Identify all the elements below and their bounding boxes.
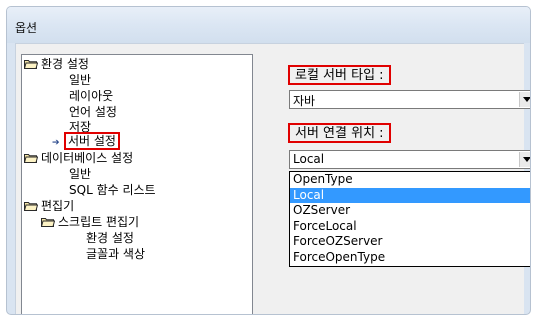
tree-item-label: 언어 설정 bbox=[69, 105, 117, 119]
current-arrow-icon: ➔ bbox=[52, 138, 60, 148]
server-type-select[interactable]: 자바 bbox=[289, 90, 530, 109]
option-local[interactable]: Local bbox=[290, 187, 530, 204]
tree-item-font-and-color[interactable]: 글꼴과 색상 bbox=[86, 247, 145, 262]
server-type-value: 자바 bbox=[293, 94, 316, 108]
window-title: 옵션 bbox=[15, 21, 38, 35]
tree-item-label: 글꼴과 색상 bbox=[86, 247, 146, 261]
tree-item-label: 편집기 bbox=[41, 199, 75, 213]
tree-item-server-settings[interactable]: ➔ 서버 설정 bbox=[52, 132, 120, 150]
options-tree[interactable]: 환경 설정 일반 레이아웃 언어 설정 저장 ➔ 서버 설정 데이터베이스 설정… bbox=[21, 54, 253, 314]
tree-item-database-settings[interactable]: 데이터베이스 설정 bbox=[24, 151, 133, 166]
tree-item-label: 환경 설정 bbox=[41, 57, 89, 71]
chevron-down-icon bbox=[523, 157, 530, 162]
server-type-dropdown-button[interactable] bbox=[519, 92, 530, 107]
server-location-dropdown-button[interactable] bbox=[519, 152, 530, 167]
chevron-down-icon bbox=[523, 97, 530, 102]
tree-item-sql-function-list[interactable]: SQL 함수 리스트 bbox=[69, 183, 156, 198]
tree-item-language-settings[interactable]: 언어 설정 bbox=[69, 105, 117, 120]
server-location-label: 서버 연결 위치 : bbox=[288, 123, 391, 143]
options-dialog: 옵션 환경 설정 일반 레이아웃 언어 설정 저장 ➔ 서버 설정 데이터베이스… bbox=[6, 6, 531, 315]
tree-item-label: SQL 함수 리스트 bbox=[69, 183, 156, 197]
title-bar[interactable]: 옵션 bbox=[7, 7, 530, 43]
option-opentype[interactable]: OpenType bbox=[290, 172, 530, 188]
tree-item-script-environment[interactable]: 환경 설정 bbox=[86, 231, 134, 246]
tree-item-general[interactable]: 일반 bbox=[69, 73, 91, 88]
tree-item-label: 데이터베이스 설정 bbox=[41, 151, 134, 165]
tree-item-general-db[interactable]: 일반 bbox=[69, 167, 91, 182]
folder-open-icon bbox=[24, 60, 38, 69]
folder-open-icon bbox=[24, 154, 38, 163]
tree-item-script-editor[interactable]: 스크립트 편집기 bbox=[41, 215, 139, 230]
server-location-options: OpenType Local OZServer ForceLocal Force… bbox=[289, 171, 530, 267]
tree-item-label: 일반 bbox=[69, 167, 92, 181]
folder-open-icon bbox=[41, 218, 55, 227]
server-location-value: Local bbox=[293, 152, 325, 166]
tree-item-environment-settings[interactable]: 환경 설정 bbox=[24, 57, 89, 72]
tree-item-editor[interactable]: 편집기 bbox=[24, 199, 74, 214]
option-forcelocal[interactable]: ForceLocal bbox=[290, 219, 530, 235]
option-ozserver[interactable]: OZServer bbox=[290, 203, 530, 219]
tree-item-label: 레이아웃 bbox=[69, 89, 114, 103]
tree-item-label: 스크립트 편집기 bbox=[58, 215, 140, 229]
tree-item-label: 서버 설정 bbox=[64, 132, 120, 150]
folder-open-icon bbox=[24, 202, 38, 211]
tree-item-label: 환경 설정 bbox=[86, 231, 134, 245]
server-location-select[interactable]: Local bbox=[289, 150, 530, 169]
server-type-label: 로컬 서버 타입 : bbox=[288, 65, 391, 85]
tree-item-layout[interactable]: 레이아웃 bbox=[69, 89, 113, 104]
option-forceopentype[interactable]: ForceOpenType bbox=[290, 250, 530, 266]
option-forceozserver[interactable]: ForceOZServer bbox=[290, 234, 530, 250]
tree-item-label: 일반 bbox=[69, 73, 92, 87]
